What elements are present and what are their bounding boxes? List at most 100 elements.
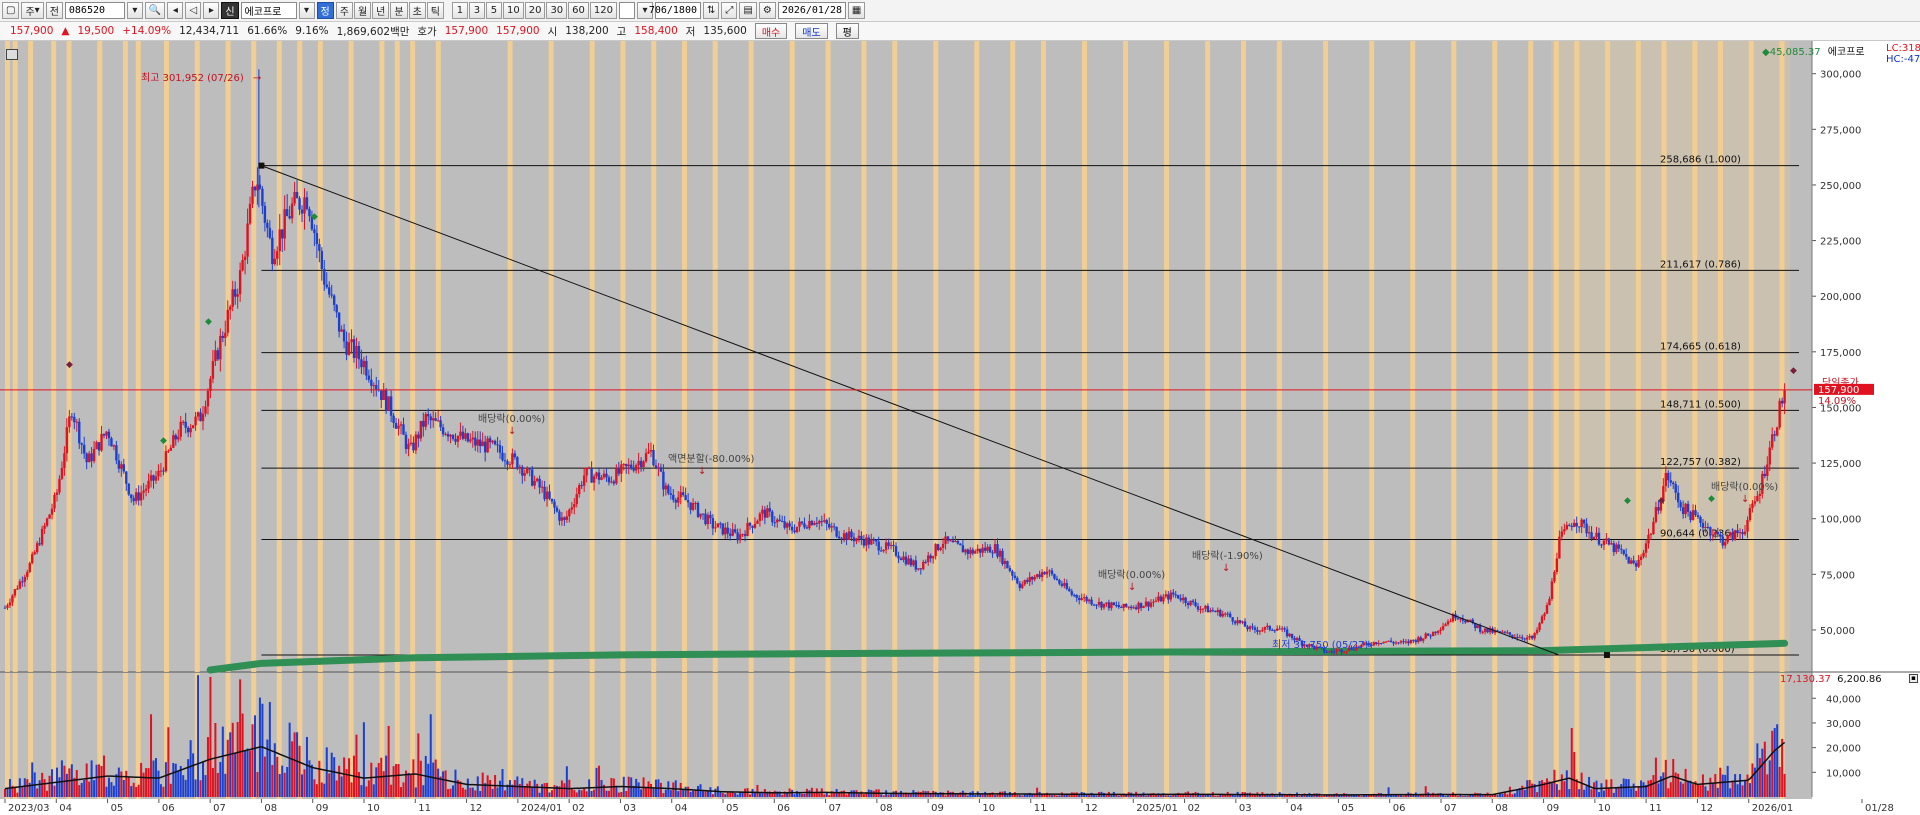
candle-body	[1018, 583, 1022, 588]
interval-button[interactable]: 10	[502, 2, 524, 19]
volume-bar	[546, 782, 549, 797]
candle-body	[1152, 601, 1155, 603]
interval-button[interactable]: 30	[546, 2, 568, 19]
price-chart-area[interactable]: 258,686 (1.000) 211,617 (0.786) 174,665 (0…	[0, 41, 1920, 815]
panel-minimize-icon[interactable]: ▪	[1909, 674, 1918, 683]
volume-bar	[813, 793, 816, 797]
jeong-badge[interactable]: 정	[316, 2, 334, 19]
next-arrow-icon[interactable]: ▸	[203, 2, 220, 19]
count-field[interactable]: 706/1800	[649, 2, 701, 19]
candle-body	[134, 492, 138, 502]
volume-bar	[375, 767, 378, 797]
flat-button[interactable]: 평	[835, 23, 859, 39]
candle-body	[964, 549, 967, 553]
buy-button[interactable]: 매수	[754, 23, 788, 39]
settings-icon[interactable]: ⚙	[758, 2, 776, 19]
period-button[interactable]: 년	[372, 2, 390, 19]
window-icon[interactable]: ▢	[2, 2, 20, 19]
candle-body	[1543, 613, 1546, 617]
interval-button[interactable]: 1	[451, 2, 468, 19]
candle-body	[1771, 434, 1774, 448]
volume-bar	[216, 772, 219, 797]
volume-bar	[1558, 789, 1561, 797]
date-axis-label: 04	[1290, 803, 1303, 814]
candle-body	[1048, 570, 1051, 572]
panel-toggle-icon[interactable]	[6, 49, 18, 60]
candle-body	[1097, 601, 1101, 606]
sell-button[interactable]: 매도	[795, 23, 828, 39]
chart-canvas[interactable]: 258,686 (1.000) 211,617 (0.786) 174,665 (0…	[0, 41, 1920, 815]
volume-bar	[1568, 789, 1571, 797]
candle-body	[1612, 543, 1616, 552]
candle-body	[422, 420, 425, 427]
candle-body	[996, 544, 999, 557]
date-axis-label: 10	[367, 803, 380, 814]
candle-body	[647, 451, 650, 454]
mode-select[interactable]: 주 ▾	[21, 2, 44, 19]
layout-icon[interactable]: ▤	[739, 2, 757, 19]
candle-body	[1449, 621, 1452, 623]
candle-body	[167, 450, 170, 452]
volume-bar	[1642, 782, 1645, 797]
change-rate: +14.09%	[122, 25, 172, 37]
candle-body	[1486, 628, 1489, 633]
candle-body	[1585, 523, 1588, 534]
interval-button[interactable]: 5	[485, 2, 502, 19]
prev-arrow-icon[interactable]: ◂	[167, 2, 184, 19]
volume-bar	[1164, 795, 1167, 797]
candle-body	[840, 538, 843, 540]
volume-bar	[682, 789, 685, 797]
interval-button[interactable]: 3	[468, 2, 485, 19]
candle-body	[164, 451, 168, 472]
dropdown-arrow-icon[interactable]: ▾	[126, 2, 143, 19]
candle-body	[1154, 600, 1158, 602]
candle-body	[756, 520, 759, 524]
calendar-icon[interactable]: ▦	[847, 2, 866, 19]
highlight-column	[1010, 673, 1016, 799]
interval-button-group: 1 3 5 10 20 30 60 120	[451, 2, 617, 19]
volume-bar	[1053, 794, 1056, 797]
name-dropdown-icon[interactable]: ▾	[298, 2, 315, 19]
period-button[interactable]: 분	[390, 2, 408, 19]
volume-bar	[372, 784, 375, 797]
period-button[interactable]: 초	[408, 2, 426, 19]
volume-bar	[422, 785, 425, 797]
candle-body	[931, 556, 935, 559]
date-input[interactable]: 2026/01/28	[777, 2, 846, 19]
interval-button[interactable]: 20	[524, 2, 546, 19]
stock-code-input[interactable]: 086520	[64, 2, 125, 19]
candle-body	[855, 538, 858, 542]
period-button[interactable]: 주	[335, 2, 353, 19]
highlight-column	[317, 41, 323, 672]
interval-button[interactable]: 60	[568, 2, 589, 19]
interval-input[interactable]	[619, 2, 635, 19]
period-select[interactable]: 전	[45, 2, 63, 19]
candle-body	[1694, 510, 1697, 516]
candle-body	[684, 495, 687, 501]
hts-chart-window: ▢ 주 ▾ 전 086520 ▾ 🔍 ◂ ◁ ▸ 신 에코프로 ▾ 정 주월년분초…	[0, 0, 1920, 815]
volume-bar	[736, 794, 739, 797]
candle-body	[912, 560, 915, 566]
volume-bar	[343, 757, 346, 797]
candle-body	[1028, 576, 1031, 582]
candle-body	[884, 542, 888, 550]
candle-body	[521, 466, 524, 476]
candle-body	[1251, 626, 1254, 628]
price-axis-label: 200,000	[1820, 292, 1861, 303]
candle-body	[714, 527, 717, 529]
candle-body	[1778, 400, 1781, 428]
candle-body	[716, 523, 720, 528]
period-button[interactable]: 월	[353, 2, 372, 19]
chart-legend: ◆45,085.37 에코프로	[1762, 43, 1865, 58]
volume-bar	[677, 791, 680, 797]
candle-body	[837, 536, 841, 539]
sound-icon[interactable]: ◁	[185, 2, 202, 19]
interval-button[interactable]: 120	[589, 2, 617, 19]
volume-bar	[1417, 795, 1420, 797]
zoom-icon[interactable]: ⤢	[721, 2, 738, 19]
candle-body	[578, 485, 581, 495]
chart-type-icon[interactable]: ⇅	[703, 2, 720, 19]
period-button[interactable]: 틱	[426, 2, 444, 19]
search-icon[interactable]: 🔍	[144, 2, 166, 19]
volume-bar	[395, 764, 398, 797]
